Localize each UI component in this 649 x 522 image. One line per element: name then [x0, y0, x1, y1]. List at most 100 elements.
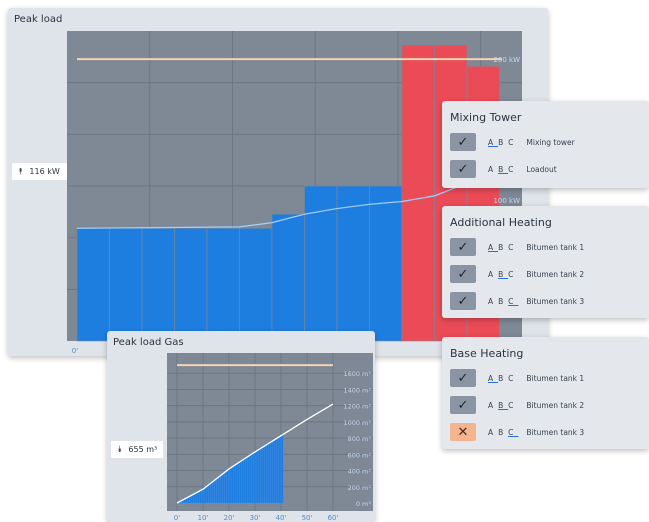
control-row: ✕ ABC Bitumen tank 3 [450, 422, 640, 442]
option-b[interactable]: B [498, 138, 508, 147]
bar [199, 489, 203, 504]
x-tick-label: 0' [72, 347, 78, 355]
check-icon: ✓ [457, 239, 469, 255]
check-icon: ✓ [457, 161, 469, 177]
double-chevron-up-icon[interactable]: ⯭ [18, 167, 23, 177]
control-row: ✓ ABC Bitumen tank 1 [450, 368, 640, 388]
option-b[interactable]: B [498, 243, 508, 252]
abc-selector: ABC [488, 270, 518, 279]
y-tick-label: 800 m³ [348, 435, 372, 443]
double-chevron-down-icon[interactable]: ⯯ [117, 445, 122, 455]
bar [212, 480, 215, 504]
row-label: Bitumen tank 3 [526, 427, 585, 437]
y-tick-label: 1400 m³ [343, 386, 371, 394]
check-toggle-button[interactable]: ✓ [450, 160, 476, 178]
bar [197, 490, 201, 504]
control-row: ✓ ABC Bitumen tank 2 [450, 395, 640, 415]
bar [76, 227, 110, 342]
option-a[interactable]: A [488, 165, 498, 174]
control-row: ✓ ABC Bitumen tank 1 [450, 237, 640, 257]
bar [255, 449, 259, 504]
bar [270, 440, 273, 504]
bar [251, 452, 255, 504]
x-tick-label: 0' [174, 514, 180, 522]
bar [239, 460, 242, 504]
bar [401, 44, 435, 342]
bar [264, 444, 267, 504]
bar [222, 472, 225, 504]
bar [216, 476, 219, 504]
option-c[interactable]: C [508, 374, 518, 383]
panel-title: Peak load Gas [113, 337, 184, 348]
option-b[interactable]: B [498, 270, 508, 279]
option-b[interactable]: B [498, 297, 508, 306]
bar [214, 478, 217, 504]
option-a[interactable]: A [488, 297, 498, 306]
option-a[interactable]: A [488, 374, 498, 383]
row-label: Bitumen tank 1 [526, 242, 585, 252]
option-c[interactable]: C [508, 138, 518, 147]
option-c[interactable]: C [508, 297, 518, 306]
abc-selector: ABC [488, 138, 518, 147]
row-label: Bitumen tank 1 [526, 373, 585, 383]
peak-load-readout: ⯭ 116 kW [12, 163, 67, 180]
y-tick-label: 1600 m³ [343, 370, 371, 378]
card-title: Additional Heating [450, 216, 552, 229]
bar [226, 468, 230, 504]
y-tick-label: 0 m³ [356, 500, 372, 508]
bar [257, 448, 261, 504]
bar [233, 464, 236, 504]
option-a[interactable]: A [488, 428, 498, 437]
readout-value: 116 kW [29, 167, 60, 176]
card-title: Mixing Tower [450, 111, 522, 124]
option-b[interactable]: B [498, 401, 508, 410]
option-b[interactable]: B [498, 374, 508, 383]
option-b[interactable]: B [498, 428, 508, 437]
option-c[interactable]: C [508, 401, 518, 410]
card-title: Base Heating [450, 347, 524, 360]
panel-title: Peak load [14, 14, 63, 25]
bar [243, 457, 246, 504]
check-toggle-button[interactable]: ✓ [450, 396, 476, 414]
check-toggle-button[interactable]: ✓ [450, 369, 476, 387]
bar [237, 461, 240, 504]
control-row: ✓ ABC Loadout [450, 159, 640, 179]
x-tick-label: 40' [276, 514, 287, 522]
bar [228, 467, 232, 504]
option-a[interactable]: A [488, 270, 498, 279]
option-a[interactable]: A [488, 401, 498, 410]
bar [141, 227, 175, 342]
check-toggle-button[interactable]: ✓ [450, 292, 476, 310]
bar [274, 438, 277, 504]
y-tick-label: 200 kW [493, 56, 520, 64]
bar [174, 227, 208, 342]
peak-load-gas-chart: 1600 m³ 1400 m³ 1200 m³ 1000 m³ 800 m³ 600 m³… [167, 353, 373, 522]
bar [208, 483, 211, 504]
x-tick-label: 50' [302, 514, 313, 522]
base-heating-card: Base Heating ✓ ABC Bitumen tank 1 ✓ ABC Bitum… [442, 337, 649, 449]
x-tick-label: 60' [328, 514, 339, 522]
row-label: Bitumen tank 2 [526, 269, 585, 279]
bar [276, 436, 280, 504]
bar [247, 455, 250, 504]
check-icon: ✓ [457, 134, 469, 150]
bar [235, 463, 238, 504]
bar [203, 486, 207, 504]
bar [278, 435, 282, 504]
bar [205, 485, 209, 504]
check-toggle-button[interactable]: ✓ [450, 238, 476, 256]
option-a[interactable]: A [488, 243, 498, 252]
check-toggle-button[interactable]: ✓ [450, 265, 476, 283]
check-toggle-button[interactable]: ✓ [450, 133, 476, 151]
option-c[interactable]: C [508, 165, 518, 174]
option-c[interactable]: C [508, 428, 518, 437]
cross-toggle-button[interactable]: ✕ [450, 423, 476, 441]
abc-selector: ABC [488, 374, 518, 383]
bar [260, 447, 263, 504]
option-c[interactable]: C [508, 243, 518, 252]
option-a[interactable]: A [488, 138, 498, 147]
option-b[interactable]: B [498, 165, 508, 174]
option-c[interactable]: C [508, 270, 518, 279]
y-tick-label: 1000 m³ [343, 419, 371, 427]
bar [262, 445, 265, 504]
